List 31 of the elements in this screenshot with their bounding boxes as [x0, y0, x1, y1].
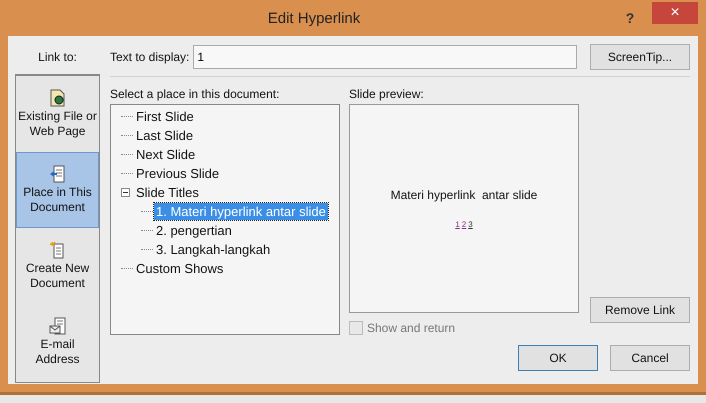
link-to-option[interactable]: Existing File or Web Page: [16, 76, 99, 152]
document-globe-icon: [50, 89, 66, 107]
new-document-icon: [48, 241, 66, 259]
tree-item[interactable]: First Slide: [134, 108, 196, 125]
tree-item[interactable]: Slide Titles: [134, 184, 201, 201]
text-to-display-label: Text to display:: [110, 50, 190, 64]
place-list-label: Select a place in this document:: [110, 87, 280, 101]
ok-button[interactable]: OK: [518, 345, 598, 371]
window-title: Edit Hyperlink: [266, 10, 362, 26]
screentip-button[interactable]: ScreenTip...: [590, 44, 690, 70]
cancel-button[interactable]: Cancel: [610, 345, 690, 371]
link-to-option[interactable]: Place in This Document: [16, 152, 99, 228]
tree-item[interactable]: Custom Shows: [134, 260, 226, 277]
text-to-display-field[interactable]: 1: [193, 45, 578, 69]
tree-item[interactable]: 3. Langkah-langkah: [154, 241, 272, 258]
help-button[interactable]: ?: [620, 10, 640, 26]
envelope-document-icon: [48, 317, 66, 335]
remove-link-button[interactable]: Remove Link: [590, 297, 690, 323]
tree-item[interactable]: Next Slide: [134, 146, 198, 163]
document-arrow-icon: [48, 165, 66, 183]
slide-preview-label: Slide preview:: [349, 87, 425, 101]
link-to-label: Link to:: [38, 50, 77, 64]
tree-item[interactable]: 2. pengertian: [154, 222, 234, 239]
tree-item[interactable]: Previous Slide: [134, 165, 222, 182]
link-to-option[interactable]: Create New Document: [16, 228, 99, 304]
close-button[interactable]: ×: [652, 2, 698, 24]
tree-item[interactable]: Last Slide: [134, 127, 196, 144]
collapse-icon[interactable]: [121, 188, 130, 197]
slide-title: Materi hyperlink antar slide: [390, 188, 538, 202]
show-and-return-label: Show and return: [367, 321, 456, 335]
link-to-option[interactable]: E-mail Address: [16, 304, 99, 380]
